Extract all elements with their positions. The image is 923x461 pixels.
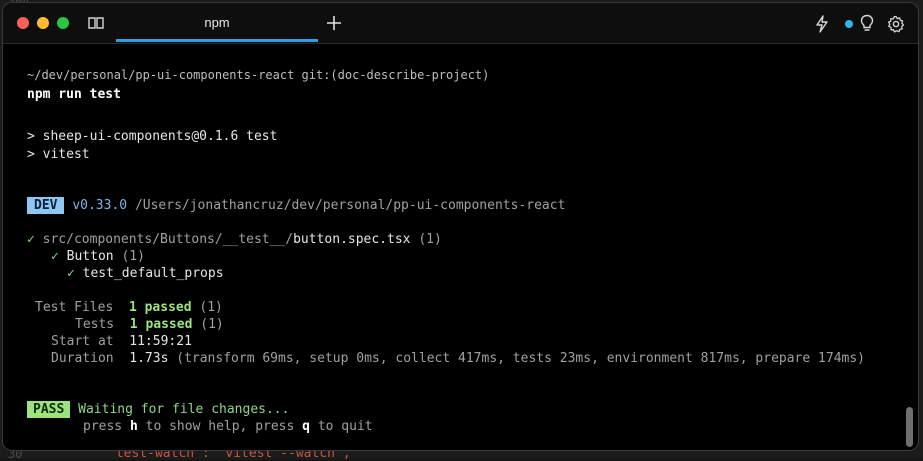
- bolt-icon[interactable]: [814, 15, 830, 33]
- summary-tests: Tests 1 passed (1): [75, 317, 224, 332]
- summary-start: Start at 11:59:21: [51, 334, 192, 349]
- gear-icon[interactable]: [887, 15, 905, 33]
- dev-line: DEV v0.33.0 /Users/jonathancruz/dev/pers…: [27, 197, 565, 214]
- summary-files: Test Files 1 passed (1): [35, 300, 223, 315]
- test-suite-line: ✓ Button (1): [51, 249, 145, 264]
- status-dot-icon: [845, 20, 853, 28]
- waiting-text: Waiting for file changes...: [78, 402, 290, 417]
- terminal-output[interactable]: ~/dev/personal/pp-ui-components-react gi…: [3, 44, 918, 450]
- tab-npm[interactable]: npm: [116, 3, 318, 41]
- tab-label: npm: [204, 14, 230, 30]
- check-icon: ✓: [67, 266, 75, 281]
- test-file-name: button.spec.tsx: [293, 232, 411, 247]
- scrollbar-thumb[interactable]: [906, 407, 913, 447]
- minimize-window-button[interactable]: [37, 17, 49, 29]
- close-window-button[interactable]: [17, 17, 29, 29]
- vitest-version: v0.33.0: [72, 198, 128, 213]
- cwd-line: ~/dev/personal/pp-ui-components-react gi…: [27, 68, 490, 82]
- project-path: /Users/jonathancruz/dev/personal/pp-ui-c…: [134, 198, 566, 213]
- command-line: npm run test: [27, 87, 121, 102]
- book-icon[interactable]: [87, 15, 105, 31]
- help-line: press h to show help, press q to quit: [83, 419, 373, 434]
- check-icon: ✓: [27, 232, 35, 247]
- test-file-line: ✓ src/components/Buttons/__test__/button…: [27, 232, 442, 247]
- active-tab-indicator: [116, 39, 318, 42]
- plus-icon[interactable]: [326, 15, 342, 31]
- check-icon: ✓: [51, 249, 59, 264]
- maximize-window-button[interactable]: [57, 17, 69, 29]
- script-line: > vitest: [27, 147, 90, 162]
- pass-line: PASS Waiting for file changes...: [27, 401, 289, 418]
- terminal-window: npm ~/dev/personal/pp-ui-components-reac…: [2, 2, 919, 451]
- summary-duration: Duration 1.73s (transform 69ms, setup 0m…: [51, 351, 865, 366]
- script-line: > sheep-ui-components@0.1.6 test: [27, 129, 278, 144]
- dev-badge: DEV: [27, 197, 65, 214]
- pass-badge: PASS: [27, 401, 71, 418]
- title-bar: npm: [3, 3, 918, 44]
- test-case-line: ✓ test_default_props: [67, 266, 224, 281]
- bulb-icon[interactable]: [859, 14, 875, 32]
